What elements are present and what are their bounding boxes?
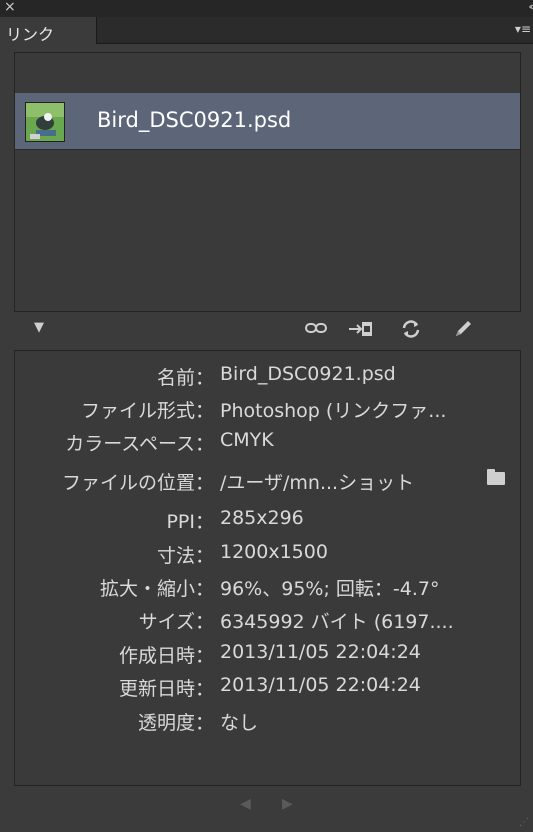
info-label: 更新日時： [118,678,214,700]
collapse-icon[interactable]: ‹‹ [528,0,533,13]
info-label: 作成日時： [118,645,214,667]
info-value: /ユーザ/mn...ショット [220,472,415,494]
info-label: 名前： [156,367,214,389]
info-value: CMYK [220,429,274,451]
show-info-toggle-icon[interactable]: ▼ [34,320,44,335]
link-filename: Bird_DSC0921.psd [97,108,292,132]
info-value: 2013/11/05 22:04:24 [220,674,421,696]
info-row-format: ファイル形式： Photoshop (リンクファ... [15,392,520,424]
info-row-name: 名前： Bird_DSC0921.psd [15,359,520,391]
info-value: Bird_DSC0921.psd [220,363,396,385]
info-row-scale: 拡大・縮小： 96%、95%; 回転：-4.7° [15,570,520,602]
info-label: カラースペース： [65,433,214,455]
links-panel: × ‹‹ リンク ▾≡ Bird_DSC0921.psd ▼ 名前： Bird_… [0,0,533,832]
image-thumbnail [25,102,65,142]
tab-links-label: リンク [6,25,55,44]
info-label: ファイルの位置： [61,472,214,494]
info-row-transparency: 透明度： なし [15,704,520,736]
navigation-bar: ◀ ▶ ⋰ [0,786,533,832]
info-label: 拡大・縮小： [99,578,214,600]
link-row[interactable]: Bird_DSC0921.psd [15,93,520,150]
info-value: 2013/11/05 22:04:24 [220,641,421,663]
goto-link-icon[interactable] [348,318,374,344]
info-row-ppi: PPI： 285x296 [15,503,520,535]
link-info-panel: 名前： Bird_DSC0921.psd ファイル形式： Photoshop (… [14,350,521,786]
info-label: サイズ： [138,611,214,633]
info-value: 285x296 [220,507,304,529]
resize-grip-icon[interactable]: ⋰ [519,817,529,828]
edit-original-icon[interactable] [452,318,474,344]
previous-link-icon[interactable]: ◀ [240,796,251,812]
folder-icon[interactable] [487,469,505,485]
info-label: 寸法： [156,545,214,567]
info-label: 透明度： [137,712,214,734]
info-row-location: ファイルの位置： /ユーザ/mn...ショット [15,464,520,496]
panel-menu-icon[interactable]: ▾≡ [515,22,531,36]
update-link-icon[interactable] [400,318,422,344]
info-row-colorspace: カラースペース： CMYK [15,425,520,457]
tab-links[interactable]: リンク [0,17,97,44]
info-row-size: サイズ： 6345992 バイト (6197.... [15,603,520,635]
info-value: Photoshop (リンクファ... [220,400,447,422]
info-value: 6345992 バイト (6197.... [220,611,454,633]
info-row-modified: 更新日時： 2013/11/05 22:04:24 [15,670,520,702]
links-list: Bird_DSC0921.psd [14,52,521,312]
info-label: ファイル形式： [80,400,214,422]
links-toolbar: ▼ [0,312,533,348]
info-value: 1200x1500 [220,541,328,563]
info-row-dimensions: 寸法： 1200x1500 [15,537,520,569]
info-row-created: 作成日時： 2013/11/05 22:04:24 [15,637,520,669]
next-link-icon[interactable]: ▶ [282,796,293,812]
close-icon[interactable]: × [4,0,16,15]
info-value: 96%、95%; 回転：-4.7° [220,578,440,600]
info-value: なし [220,712,259,734]
panel-title-bar: × ‹‹ [0,0,533,17]
info-label: PPI： [166,511,214,533]
relink-icon[interactable] [304,318,328,342]
